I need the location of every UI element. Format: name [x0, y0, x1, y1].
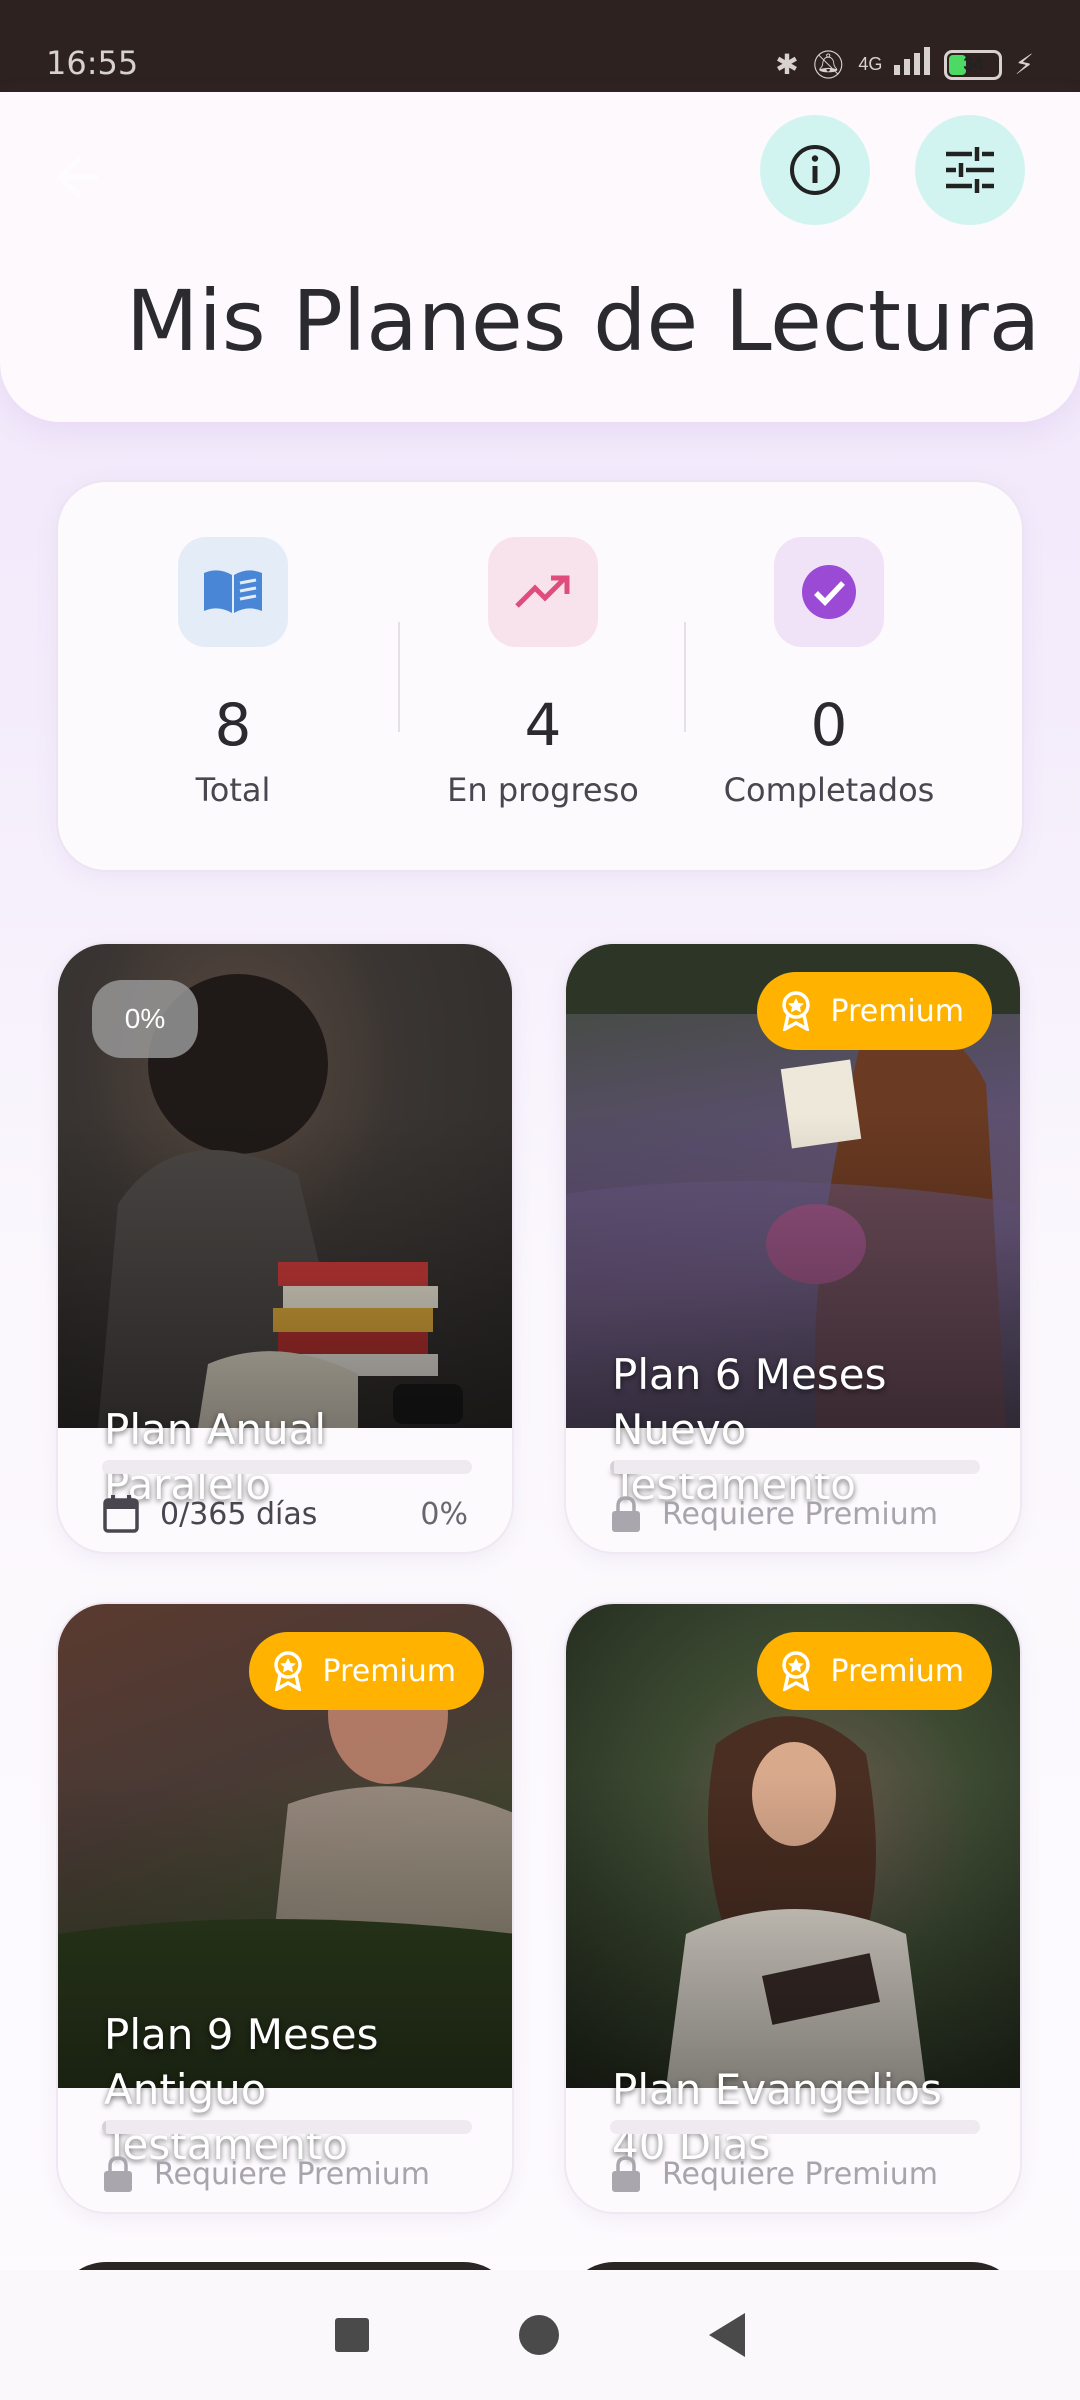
- premium-label: Premium: [830, 1653, 965, 1689]
- plan-footer: Requiere Premium: [610, 1492, 976, 1536]
- progress-badge: 0%: [92, 980, 198, 1058]
- book-icon: [204, 570, 262, 613]
- status-time: 16:55: [46, 44, 139, 82]
- locked-text: Requiere Premium: [662, 1496, 938, 1532]
- signal-icon: [894, 47, 932, 82]
- plan-card[interactable]: Premium Plan Evangelios 40 Días Requiere…: [564, 1602, 1022, 2214]
- stat-divider: [684, 622, 686, 732]
- home-button[interactable]: [519, 2315, 559, 2355]
- back-arrow-icon: [56, 156, 98, 198]
- days-progress: 0/365 días: [160, 1496, 318, 1532]
- network-label: 4G: [858, 54, 883, 74]
- stat-total-label: Total: [195, 771, 271, 809]
- premium-label: Premium: [322, 1653, 457, 1689]
- tune-icon: [946, 147, 994, 193]
- stat-progress-icon-box: [488, 537, 598, 647]
- stat-progress-label: En progreso: [447, 771, 639, 809]
- plan-footer: 0/365 días 0%: [102, 1492, 468, 1536]
- stat-completed-label: Completados: [723, 771, 935, 809]
- plan-footer: Requiere Premium: [102, 2152, 468, 2196]
- system-nav-bar: [0, 2270, 1080, 2400]
- recents-button[interactable]: [335, 2318, 369, 2352]
- progress-bar: [102, 2120, 472, 2134]
- plan-title: Plan 9 Meses Antiguo Testamento: [104, 2010, 379, 2169]
- lock-icon: [612, 2156, 640, 2192]
- premium-label: Premium: [830, 993, 965, 1029]
- premium-badge: Premium: [248, 1632, 484, 1710]
- premium-badge: Premium: [756, 972, 992, 1050]
- trending-up-icon: [515, 575, 570, 608]
- plan-footer: Requiere Premium: [610, 2152, 976, 2196]
- stat-in-progress: 4 En progreso: [403, 537, 683, 809]
- info-icon: [790, 145, 840, 195]
- mute-icon: 🔕︎: [810, 49, 847, 80]
- award-icon: [781, 991, 810, 1031]
- page-title: Mis Planes de Lectura: [126, 272, 1041, 370]
- stat-completed-icon-box: [774, 537, 884, 647]
- stat-total-icon-box: [178, 537, 288, 647]
- award-icon: [781, 1651, 810, 1691]
- stat-progress-value: 4: [524, 691, 562, 759]
- info-button[interactable]: [760, 115, 870, 225]
- stat-total: 8 Total: [93, 537, 373, 809]
- charging-icon: ⚡︎: [1014, 49, 1034, 80]
- locked-text: Requiere Premium: [154, 2156, 430, 2192]
- progress-bar: [102, 1460, 472, 1474]
- back-button[interactable]: [40, 142, 110, 212]
- plan-title: Plan 6 Meses Nuevo Testamento: [612, 1350, 887, 1509]
- filter-button[interactable]: [915, 115, 1025, 225]
- stat-divider: [398, 622, 400, 732]
- stat-completed: 0 Completados: [689, 537, 969, 809]
- stat-total-value: 8: [214, 691, 252, 759]
- stats-card: 8 Total 4 En progreso 0 Completados: [56, 480, 1024, 872]
- back-nav-button[interactable]: [709, 2313, 745, 2357]
- battery-level: 34: [963, 54, 984, 74]
- plan-card[interactable]: 0% Plan Anual Paralelo 0/365 días 0%: [56, 942, 514, 1554]
- battery-icon: 34: [944, 49, 1003, 80]
- lock-icon: [104, 2156, 132, 2192]
- status-bar: 16:55 ✱ 🔕︎ 4G 34 ⚡︎: [0, 0, 1080, 92]
- locked-text: Requiere Premium: [662, 2156, 938, 2192]
- status-icons: ✱ 🔕︎ 4G 34 ⚡︎: [775, 47, 1034, 82]
- award-icon: [273, 1651, 302, 1691]
- percent-text: 0%: [420, 1496, 468, 1532]
- lock-icon: [612, 1496, 640, 1532]
- bluetooth-icon: ✱: [775, 49, 799, 80]
- plan-card[interactable]: Premium Plan 9 Meses Antiguo Testamento …: [56, 1602, 514, 2214]
- plan-card[interactable]: Premium Plan 6 Meses Nuevo Testamento Re…: [564, 942, 1022, 1554]
- stat-completed-value: 0: [810, 691, 848, 759]
- premium-badge: Premium: [756, 1632, 992, 1710]
- calendar-icon: [103, 1495, 139, 1533]
- progress-bar: [610, 1460, 980, 1474]
- check-circle-icon: [802, 565, 856, 619]
- progress-bar: [610, 2120, 980, 2134]
- header: Mis Planes de Lectura: [0, 92, 1080, 422]
